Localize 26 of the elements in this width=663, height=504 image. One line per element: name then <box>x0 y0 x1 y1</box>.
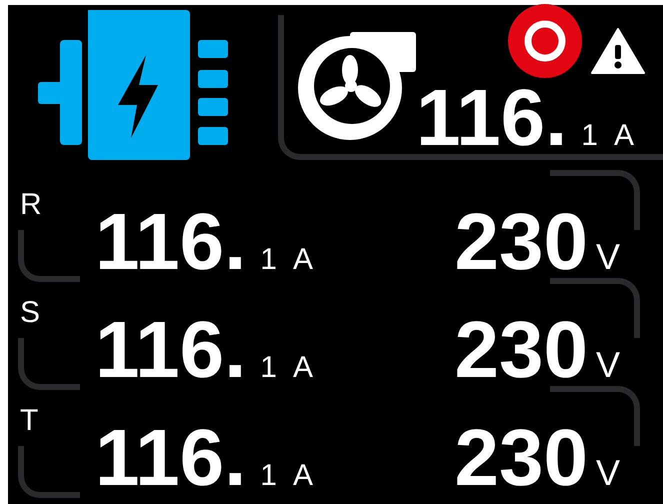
current-value: 116. <box>416 78 568 158</box>
voltage-unit: V <box>596 347 620 383</box>
fan-icon <box>298 30 416 142</box>
current-unit: A <box>614 121 634 151</box>
current-decimal: 1 <box>260 461 277 491</box>
corner-bracket <box>18 446 80 498</box>
current-unit: A <box>292 245 313 275</box>
current-unit: A <box>292 461 313 491</box>
current-value: 116. <box>95 202 246 282</box>
phase-label: R <box>20 190 43 220</box>
corner-bracket <box>18 230 80 282</box>
current-unit: A <box>292 353 313 383</box>
phase-label: S <box>20 298 42 328</box>
voltage-unit: V <box>596 455 620 491</box>
voltage-value: 230 <box>454 310 588 390</box>
current-decimal: 1 <box>581 121 598 151</box>
corner-bracket <box>18 338 80 390</box>
motor-icon <box>38 10 228 160</box>
phase-label: T <box>20 406 40 436</box>
current-value: 116. <box>95 418 246 498</box>
voltage-value: 230 <box>454 418 588 498</box>
voltage-unit: V <box>596 239 620 275</box>
current-decimal: 1 <box>260 353 277 383</box>
current-value: 116. <box>95 310 246 390</box>
current-decimal: 1 <box>260 245 277 275</box>
voltage-value: 230 <box>454 202 588 282</box>
